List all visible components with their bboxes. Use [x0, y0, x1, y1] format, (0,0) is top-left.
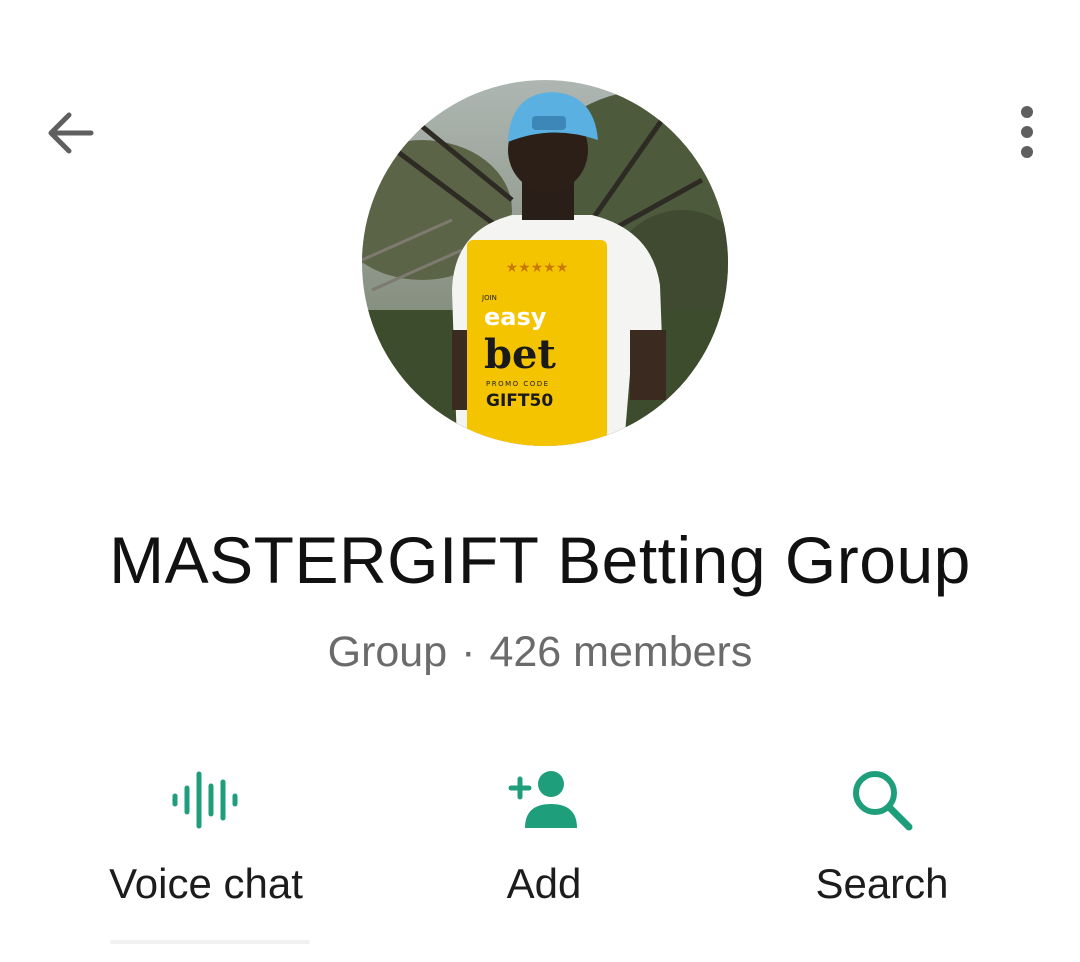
avatar-brand-top: easy — [484, 303, 547, 331]
group-avatar-photo: ★★★★★ JOIN easy bet PROMO CODE GIFT50 — [362, 80, 728, 446]
avatar-join-text: JOIN — [481, 294, 497, 302]
add-label: Add — [506, 860, 582, 907]
back-button[interactable] — [38, 100, 104, 166]
avatar-promo-code: GIFT50 — [486, 391, 553, 411]
svg-text:★★★★★: ★★★★★ — [506, 260, 569, 276]
voice-chat-label: Voice chat — [109, 860, 303, 907]
arrow-left-icon — [48, 112, 94, 154]
more-options-button[interactable] — [1002, 96, 1052, 168]
group-name: MASTERGIFT Betting Group — [109, 523, 971, 597]
group-subtitle: Group · 426 members — [0, 624, 1080, 680]
quick-actions: Voice chat Add Search — [0, 760, 1080, 940]
group-avatar[interactable]: ★★★★★ JOIN easy bet PROMO CODE GIFT50 — [362, 80, 728, 446]
search-label: Search — [815, 860, 949, 907]
voice-chat-button[interactable]: Voice chat — [56, 760, 356, 920]
search-icon — [853, 771, 913, 831]
member-count[interactable]: 426 members — [489, 628, 752, 676]
voice-wave-icon — [172, 771, 238, 829]
avatar-promo-label: PROMO CODE — [486, 380, 550, 388]
bottom-divider — [110, 940, 310, 944]
group-info-screen: ★★★★★ JOIN easy bet PROMO CODE GIFT50 MA… — [0, 0, 1080, 962]
add-person-icon — [508, 771, 577, 828]
avatar-brand-bottom: bet — [484, 331, 556, 378]
subtitle-separator: · — [461, 628, 476, 676]
group-type-label: Group — [327, 628, 448, 676]
search-button[interactable]: Search — [732, 760, 1032, 920]
more-vertical-icon — [1021, 106, 1033, 158]
add-member-button[interactable]: Add — [394, 760, 694, 920]
